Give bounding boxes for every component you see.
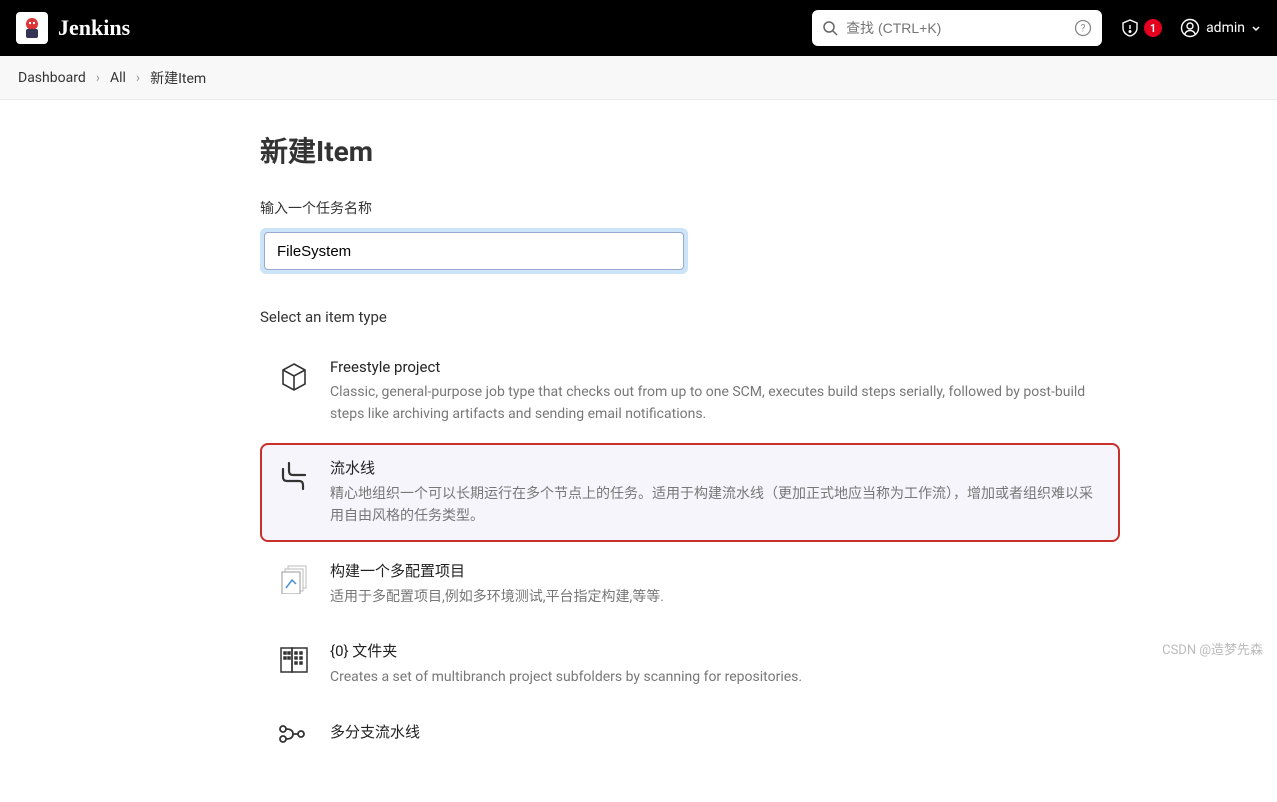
alerts-button[interactable]: 1	[1120, 18, 1162, 38]
crumb-dashboard[interactable]: Dashboard	[18, 70, 86, 86]
svg-text:?: ?	[1081, 24, 1086, 35]
user-menu[interactable]: admin	[1180, 18, 1261, 38]
type-desc: Creates a set of multibranch project sub…	[330, 667, 1104, 689]
search-input[interactable]	[846, 20, 1066, 36]
alert-count-badge: 1	[1144, 19, 1162, 37]
crumb-newitem[interactable]: 新建Item	[150, 68, 206, 88]
search-box[interactable]: ?	[812, 10, 1102, 46]
shield-icon	[1120, 18, 1140, 38]
name-label: 输入一个任务名称	[260, 198, 1120, 218]
type-multiconfig[interactable]: 构建一个多配置项目 适用于多配置项目,例如多环境测试,平台指定构建,等等.	[260, 546, 1120, 623]
type-desc: 适用于多配置项目,例如多环境测试,平台指定构建,等等.	[330, 587, 1104, 609]
type-folder[interactable]: {0} 文件夹 Creates a set of multibranch pro…	[260, 626, 1120, 703]
type-desc: Classic, general-purpose job type that c…	[330, 382, 1104, 425]
user-icon	[1180, 18, 1200, 38]
type-title: 流水线	[330, 457, 1104, 478]
multibranch-icon	[276, 721, 312, 743]
type-pipeline[interactable]: 流水线 精心地组织一个可以长期运行在多个节点上的任务。适用于构建流水线（更加正式…	[260, 443, 1120, 541]
user-name: admin	[1206, 20, 1245, 36]
type-desc: 精心地组织一个可以长期运行在多个节点上的任务。适用于构建流水线（更加正式地应当称…	[330, 484, 1104, 527]
breadcrumb: Dashboard › All › 新建Item	[0, 56, 1277, 100]
section-label: Select an item type	[260, 308, 1120, 326]
type-freestyle[interactable]: Freestyle project Classic, general-purpo…	[260, 344, 1120, 439]
watermark: CSDN @造梦先森	[1162, 639, 1263, 658]
item-type-list: Freestyle project Classic, general-purpo…	[260, 344, 1120, 762]
type-multibranch[interactable]: 多分支流水线	[260, 707, 1120, 762]
item-name-input[interactable]	[264, 232, 684, 270]
name-input-wrap	[260, 228, 688, 274]
type-title: 构建一个多配置项目	[330, 560, 1104, 581]
logo[interactable]: Jenkins	[16, 12, 130, 44]
type-title: Freestyle project	[330, 358, 1104, 376]
chevron-right-icon: ›	[96, 70, 100, 86]
chevron-right-icon: ›	[136, 70, 140, 86]
freestyle-icon	[276, 358, 312, 394]
crumb-all[interactable]: All	[110, 70, 126, 86]
chevron-down-icon	[1251, 23, 1261, 33]
type-title: 多分支流水线	[330, 721, 1104, 742]
multiconfig-icon	[276, 560, 312, 594]
jenkins-logo-icon	[16, 12, 48, 44]
pipeline-icon	[276, 457, 312, 493]
type-title: {0} 文件夹	[330, 640, 1104, 661]
logo-text: Jenkins	[58, 15, 130, 41]
help-icon[interactable]: ?	[1074, 19, 1092, 37]
main-content: 新建Item 输入一个任务名称 Select an item type Free…	[0, 100, 1120, 802]
top-header: Jenkins ? 1 admin	[0, 0, 1277, 56]
folder-icon	[276, 640, 312, 676]
search-icon	[822, 20, 838, 36]
page-title: 新建Item	[260, 130, 1120, 170]
